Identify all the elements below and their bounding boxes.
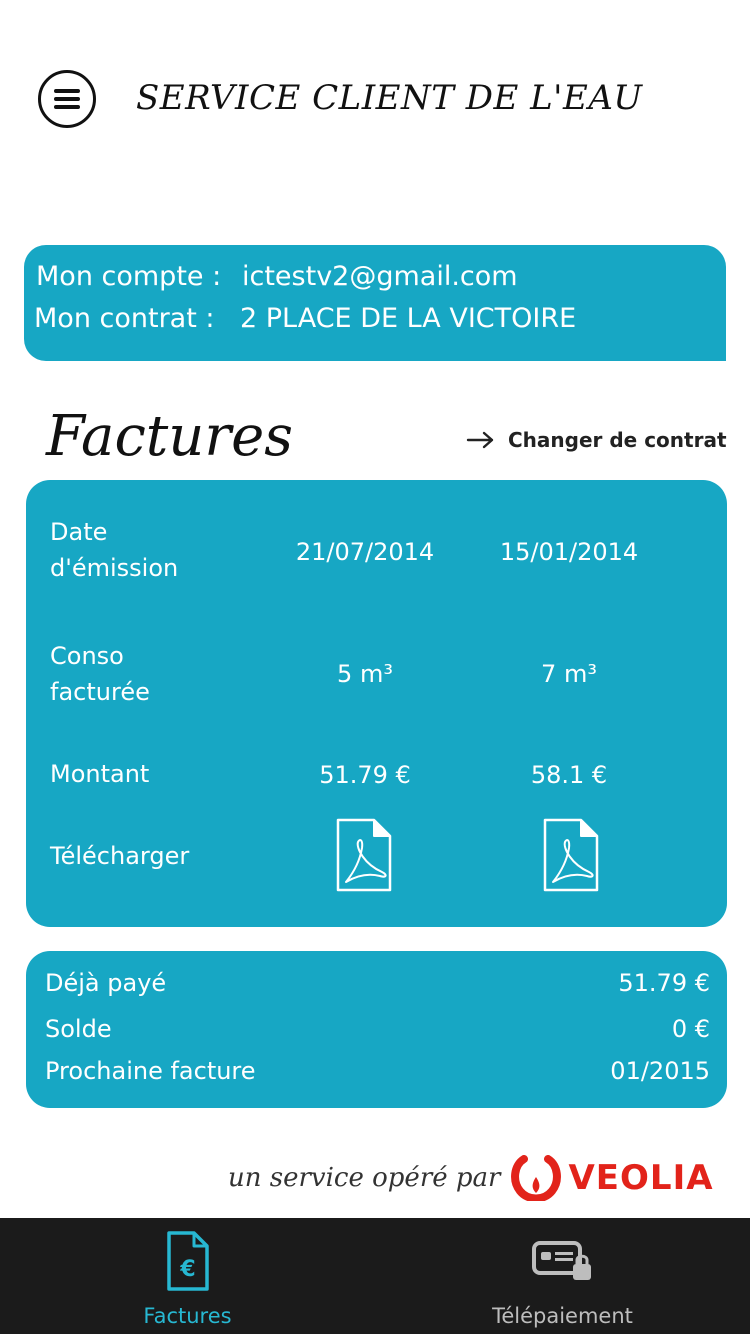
arrow-right-icon xyxy=(466,431,494,449)
operator-branding: un service opéré par VEOLIA xyxy=(228,1150,728,1206)
paid-label: Déjà payé xyxy=(45,969,167,997)
balance-label: Solde xyxy=(45,1015,112,1043)
account-card: Mon compte : ictestv2@gmail.com Mon contr… xyxy=(24,245,726,361)
veolia-wordmark: VEOLIA xyxy=(568,1158,714,1198)
account-email: ictestv2@gmail.com xyxy=(242,261,518,292)
balance-summary: Déjà payé 51.79 € Solde 0 € Prochaine fa… xyxy=(26,951,727,1108)
operated-by-text: un service opéré par xyxy=(228,1163,501,1193)
veolia-drop-icon xyxy=(511,1155,562,1201)
tab-bar: € Factures Télépaiement xyxy=(0,1218,750,1334)
balance-value: 0 € xyxy=(671,1015,710,1043)
app-title: SERVICE CLIENT DE L'EAU xyxy=(136,78,643,118)
amount-label: Montant xyxy=(50,760,150,788)
pdf-icon xyxy=(543,818,599,892)
tab-factures[interactable]: € Factures xyxy=(0,1218,375,1334)
contract-label: Mon contrat : xyxy=(34,303,215,334)
invoices-table: Date d'émission 21/07/2014 15/01/2014 Co… xyxy=(26,480,727,927)
invoice-amount: 58.1 € xyxy=(530,761,608,789)
tab-telepaiement[interactable]: Télépaiement xyxy=(375,1218,750,1334)
download-pdf-button[interactable] xyxy=(336,818,392,892)
invoice-consumption: 5 m³ xyxy=(337,660,393,688)
download-label: Télécharger xyxy=(50,842,190,870)
invoice-date: 15/01/2014 xyxy=(499,538,639,566)
secure-card-icon xyxy=(531,1241,591,1280)
account-row: Mon compte : ictestv2@gmail.com xyxy=(36,261,518,292)
tab-label: Factures xyxy=(143,1304,232,1328)
invoice-date: 21/07/2014 xyxy=(295,538,435,566)
app-header: SERVICE CLIENT DE L'EAU xyxy=(0,0,750,200)
invoice-consumption: 7 m³ xyxy=(541,660,597,688)
date-label: Date d'émission xyxy=(50,518,179,582)
invoice-euro-icon: € xyxy=(166,1231,209,1291)
next-invoice-label: Prochaine facture xyxy=(45,1057,256,1085)
download-pdf-button[interactable] xyxy=(543,818,599,892)
tab-label: Télépaiement xyxy=(492,1304,633,1328)
hamburger-menu-icon xyxy=(54,89,80,109)
svg-text:€: € xyxy=(179,1257,195,1282)
contract-address: 2 PLACE DE LA VICTOIRE xyxy=(240,303,577,334)
change-contract-label: Changer de contrat xyxy=(508,428,727,452)
paid-row: Déjà payé 51.79 € xyxy=(45,969,710,997)
next-invoice-value: 01/2015 xyxy=(610,1057,710,1085)
veolia-logo: VEOLIA xyxy=(510,1155,713,1201)
account-label: Mon compte : xyxy=(36,261,222,292)
page-title: Factures xyxy=(46,404,294,469)
contract-row: Mon contrat : 2 PLACE DE LA VICTOIRE xyxy=(34,303,576,334)
menu-button[interactable] xyxy=(38,70,96,128)
conso-label: Conso facturée xyxy=(50,642,150,706)
invoice-amount: 51.79 € xyxy=(319,761,411,789)
balance-row: Solde 0 € xyxy=(45,1015,710,1043)
next-invoice-row: Prochaine facture 01/2015 xyxy=(45,1057,710,1085)
paid-value: 51.79 € xyxy=(618,969,710,997)
change-contract-link[interactable]: Changer de contrat xyxy=(466,428,727,452)
pdf-icon xyxy=(336,818,392,892)
